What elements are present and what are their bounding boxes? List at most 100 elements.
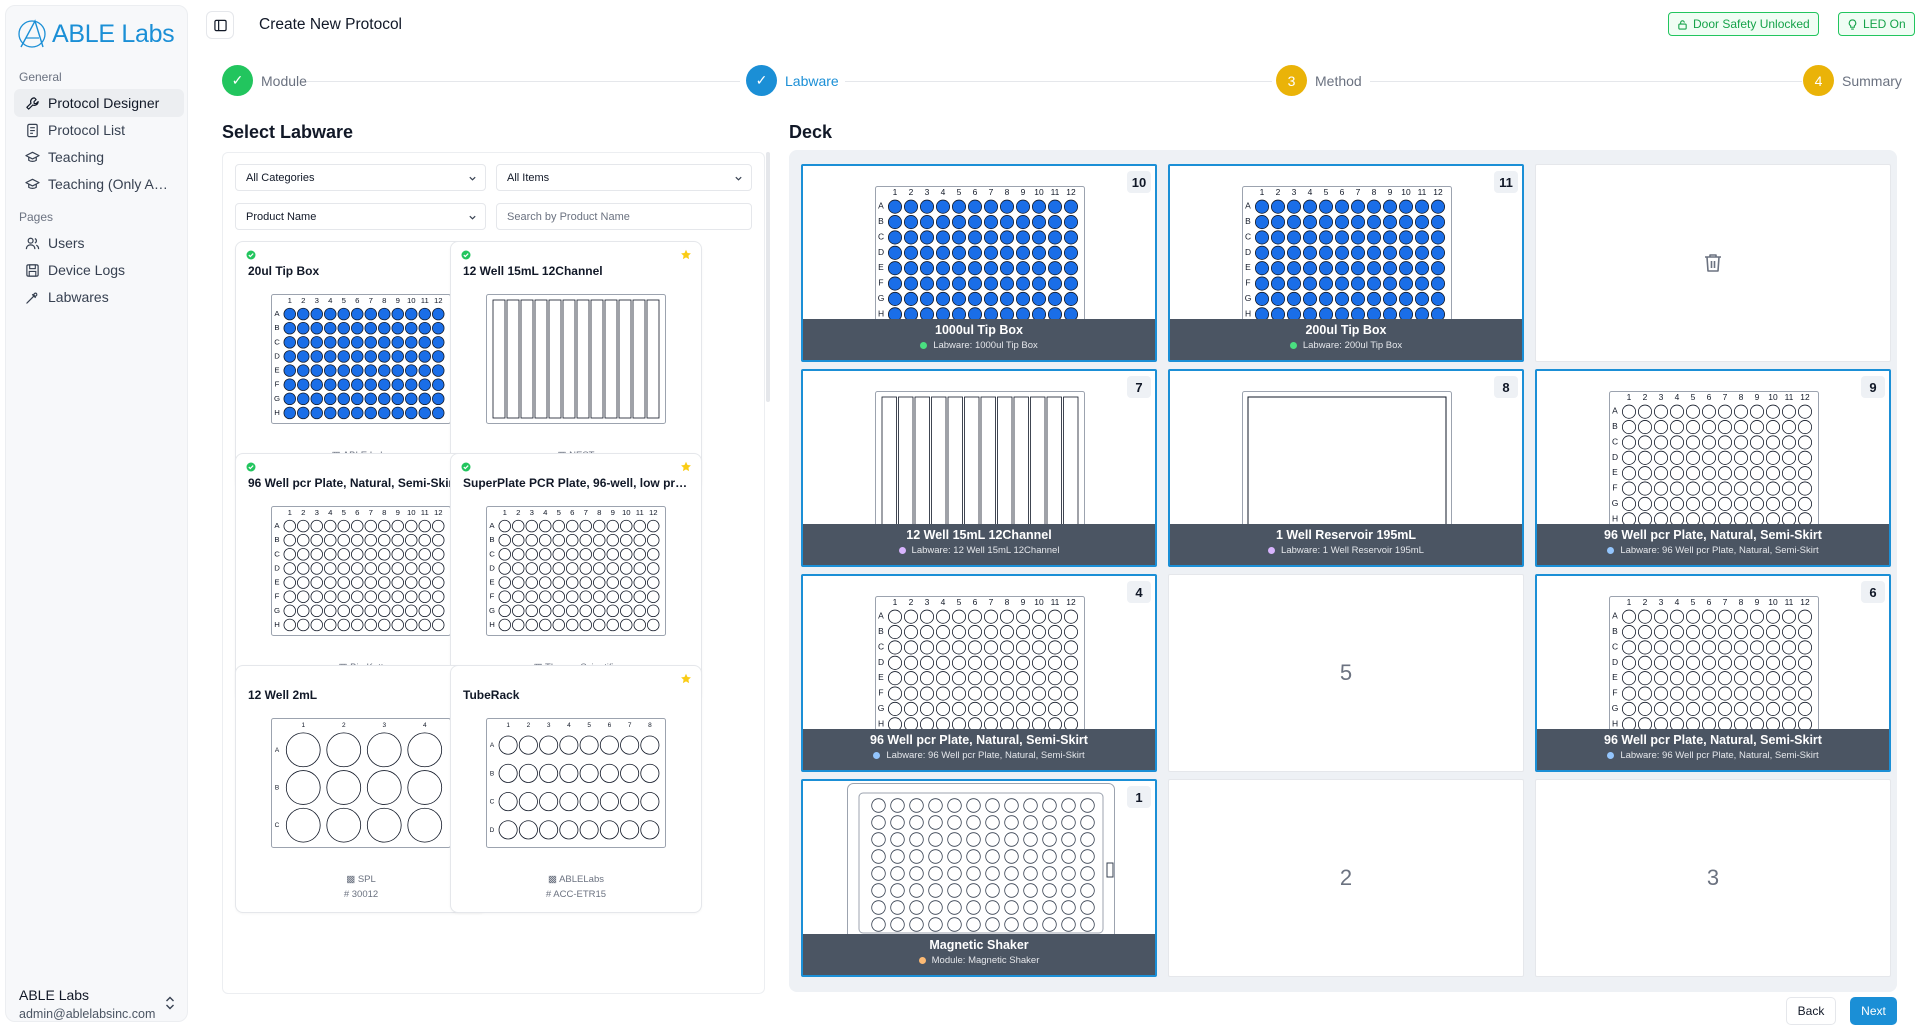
- slot-detail-value: 96 Well pcr Plate, Natural, Semi-Skirt: [1662, 545, 1819, 556]
- sidebar-item-users[interactable]: Users: [14, 229, 184, 257]
- items-select[interactable]: All Items: [496, 164, 752, 191]
- deck-slot-trash[interactable]: [1535, 164, 1891, 362]
- sidebar-item-teaching-only[interactable]: Teaching (Only Able Labs): [14, 170, 174, 198]
- plate-well: [432, 604, 445, 618]
- plate-well: [432, 519, 445, 533]
- shaker-well: [871, 849, 886, 864]
- plate-well: [1765, 625, 1781, 640]
- tip-well: [283, 321, 296, 335]
- plate-well: [1685, 420, 1701, 435]
- plate-well: [1701, 625, 1717, 640]
- plate-well: [579, 548, 592, 561]
- plate-well: [498, 533, 511, 547]
- row-label: H: [1245, 308, 1251, 318]
- plate-well: [1637, 701, 1653, 716]
- back-button[interactable]: Back: [1786, 997, 1836, 1025]
- category-select-value: All Categories: [246, 171, 315, 184]
- deck-slot-3[interactable]: 3: [1535, 779, 1891, 977]
- shaker-well: [947, 883, 962, 898]
- step-module[interactable]: ✓ Module: [222, 65, 307, 96]
- row-label: A: [1612, 406, 1618, 416]
- column-label: 1: [1627, 392, 1632, 402]
- well: [620, 735, 640, 755]
- deck-slot-6[interactable]: 1 2 3 4 5 6 7 8 9 10 11 12 A B C D E F G H 6 96 Well pcr Plat…: [1535, 574, 1891, 772]
- slot-info-bar: 1000ul Tip Box Labware: 1000ul Tip Box: [803, 319, 1155, 360]
- deck-slot-2[interactable]: 2: [1168, 779, 1524, 977]
- sidebar-item-labwares[interactable]: Labwares: [14, 283, 184, 311]
- tip-well: [1414, 261, 1430, 276]
- plate-well: [951, 625, 967, 640]
- tip-well: [1270, 261, 1286, 276]
- tip-well: [405, 321, 418, 335]
- deck-slot-1[interactable]: 1 Magnetic Shaker Module: Magnetic Shaker: [801, 779, 1157, 977]
- search-input[interactable]: Search by Product Name: [496, 203, 752, 230]
- able-logo-icon: [18, 19, 46, 48]
- building-icon: ▩: [346, 874, 358, 885]
- plate-well: [919, 701, 935, 716]
- slot-detail-prefix: Labware:: [1281, 545, 1321, 556]
- tip-well: [919, 276, 935, 291]
- labware-card[interactable]: 12 Well 15mL 12Channel▩ NEST# 360102: [450, 241, 702, 489]
- step-labware[interactable]: ✓ Labware: [746, 65, 839, 96]
- step-method[interactable]: 3 Method: [1276, 65, 1362, 96]
- plate-well: [351, 519, 364, 533]
- labware-card[interactable]: SuperPlate PCR Plate, 96-well, low profi…: [450, 453, 702, 701]
- plate-well: [512, 548, 525, 561]
- plate-well: [351, 548, 364, 561]
- tip-well: [1366, 276, 1382, 291]
- plate-well: [364, 618, 377, 632]
- step-label: Labware: [785, 72, 839, 89]
- row-label: B: [1612, 626, 1618, 636]
- column-label: 4: [567, 722, 571, 729]
- plate-well: [1781, 640, 1797, 655]
- user-menu[interactable]: ABLE Labs admin@ablelabsinc.com: [19, 987, 184, 1021]
- tip-well: [1015, 230, 1031, 245]
- row-label: H: [1612, 718, 1618, 728]
- shaker-well: [1061, 866, 1076, 881]
- sidebar-item-label: Teaching (Only Able Labs): [48, 176, 168, 192]
- plate-well: [967, 701, 983, 716]
- plate-well: [1015, 640, 1031, 655]
- deck-slot-10[interactable]: 1 2 3 4 5 6 7 8 9 10 11 12 A B C D E F G H 10 1000ul Tip Box L…: [801, 164, 1157, 362]
- tip-well: [432, 378, 445, 391]
- plate-well: [1781, 481, 1797, 496]
- logo[interactable]: ABLE Labs: [15, 17, 175, 51]
- tip-well: [324, 350, 337, 363]
- step-summary[interactable]: 4 Summary: [1803, 65, 1902, 96]
- next-button[interactable]: Next: [1850, 997, 1897, 1025]
- deck-slot-5[interactable]: 5: [1168, 574, 1524, 772]
- sidebar-item-protocol-list[interactable]: Protocol List: [14, 116, 184, 144]
- plate-well: [1733, 496, 1749, 511]
- labware-card[interactable]: TubeRack 1 2 3 4 5 6 7 8 A B C D ▩ ABLELabs # ACC-ETR1…: [450, 665, 702, 913]
- plate-well: [1047, 625, 1063, 640]
- plate-well: [1621, 671, 1637, 686]
- labware-code-text: ACC-ETR15: [553, 889, 607, 900]
- plate-well: [620, 562, 633, 575]
- plate-diagram: 1 2 3 4 5 6 7 8 9 10 11 12ABCDEFGH: [875, 596, 1085, 736]
- shaker-well: [985, 798, 1000, 813]
- plate-well: [633, 548, 646, 561]
- sort-select[interactable]: Product Name: [235, 203, 486, 230]
- column-label: 2: [1276, 187, 1281, 197]
- chevrons-up-down-icon: [166, 996, 174, 1010]
- slot-labware-detail: Labware: 12 Well 15mL 12Channel: [803, 545, 1155, 556]
- deck-slot-4[interactable]: 1 2 3 4 5 6 7 8 9 10 11 12 A B C D E F G H 4 96 Well pcr Plat…: [801, 574, 1157, 772]
- sidebar-toggle-button[interactable]: [206, 11, 234, 39]
- slot-detail-prefix: Labware:: [933, 340, 973, 351]
- deck-slot-9[interactable]: 1 2 3 4 5 6 7 8 9 10 11 12 A B C D E F G H 9 96 Well pcr Plat…: [1535, 369, 1891, 567]
- sidebar-item-protocol-designer[interactable]: Protocol Designer: [14, 89, 184, 117]
- sidebar-item-teaching[interactable]: Teaching: [14, 143, 184, 171]
- chevron-down-icon: [735, 176, 742, 181]
- sidebar-item-device-logs[interactable]: Device Logs: [14, 256, 184, 284]
- scrollbar[interactable]: [766, 152, 770, 402]
- slot-info-bar: 96 Well pcr Plate, Natural, Semi-Skirt La…: [803, 729, 1155, 770]
- plate-well: [620, 519, 633, 533]
- plate-well: [1063, 701, 1079, 716]
- deck-slot-11[interactable]: 1 2 3 4 5 6 7 8 9 10 11 12 A B C D E F G H 11 200ul Tip Box La…: [1168, 164, 1524, 362]
- plate-well: [951, 655, 967, 670]
- well: [599, 792, 619, 812]
- category-select[interactable]: All Categories: [235, 164, 486, 191]
- deck-slot-7[interactable]: 7 12 Well 15mL 12Channel Labware: 12 Well …: [801, 369, 1157, 567]
- tip-well: [310, 350, 323, 363]
- deck-slot-8[interactable]: 81 Well Reservoir 195mL Labware: 1 Well R…: [1168, 369, 1524, 567]
